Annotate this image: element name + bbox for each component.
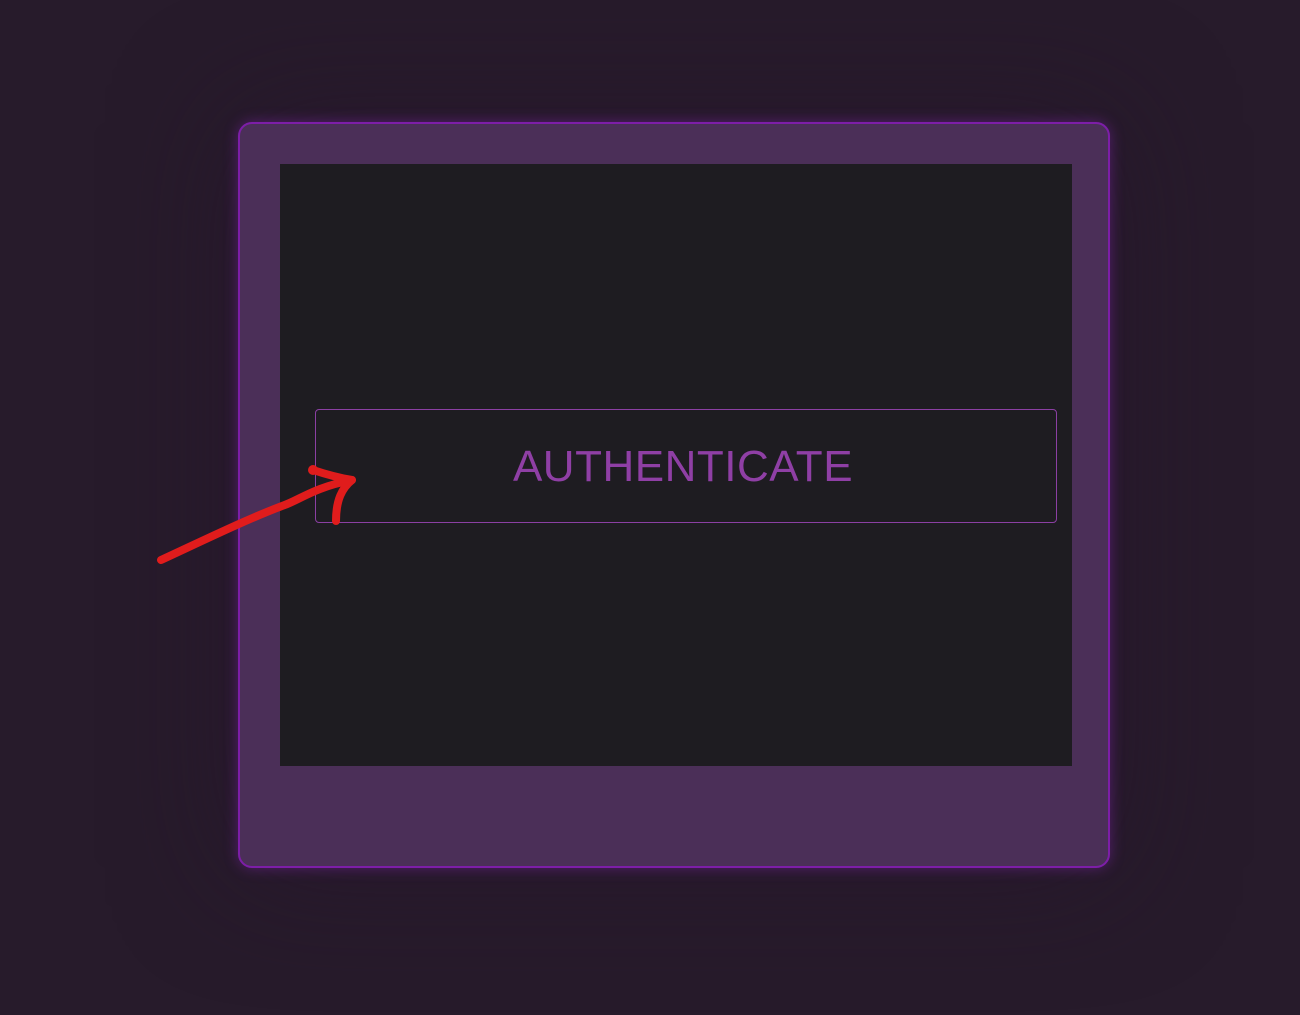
authenticate-button[interactable]: AUTHENTICATE: [315, 409, 1057, 523]
